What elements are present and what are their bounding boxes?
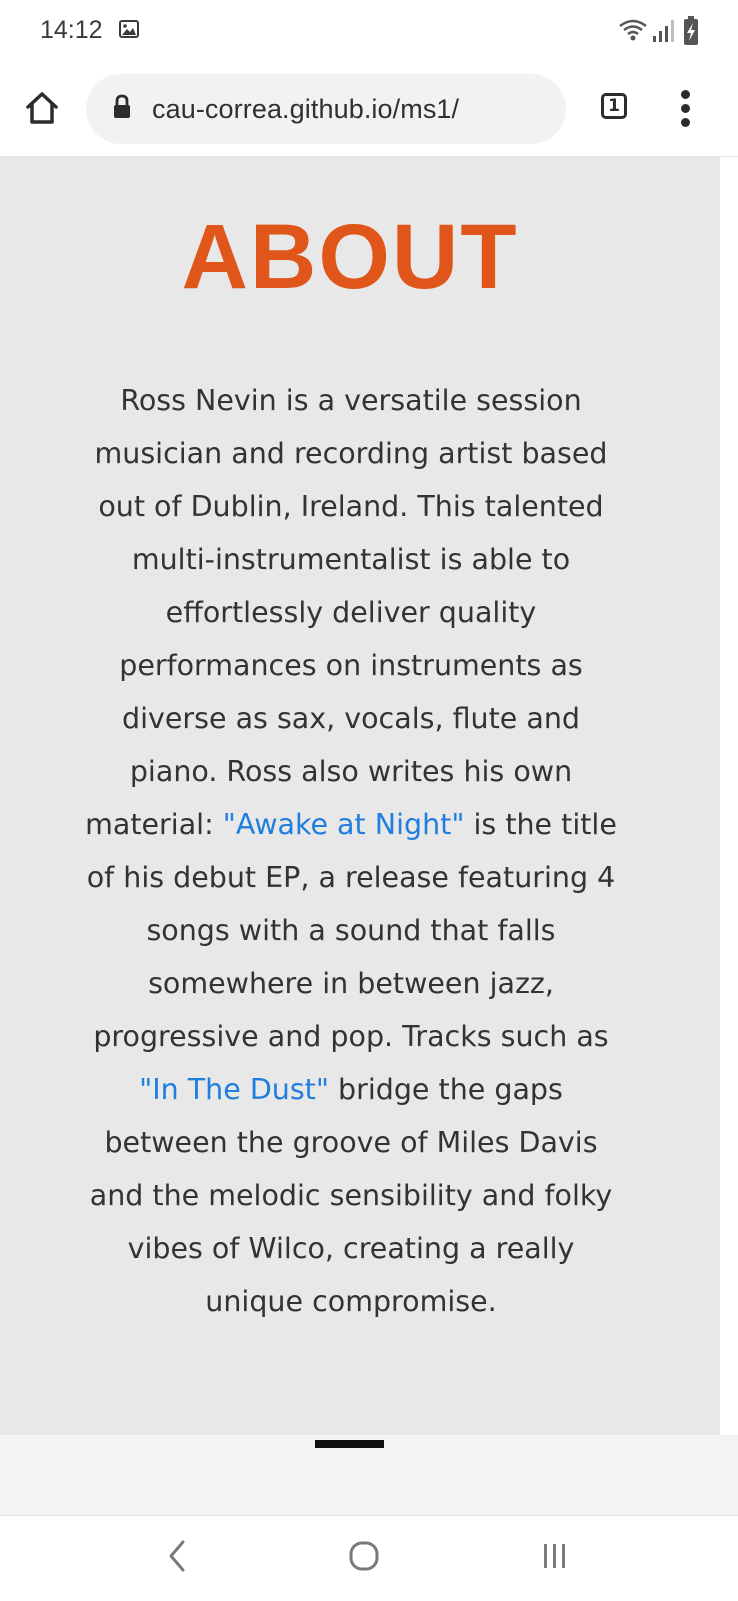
wifi-icon	[619, 19, 647, 41]
about-paragraph: Ross Nevin is a versatile session musici…	[76, 374, 626, 1328]
signal-icon	[653, 20, 674, 42]
url-text[interactable]: cau-correa.github.io/ms1/	[152, 94, 459, 125]
browser-toolbar: cau-correa.github.io/ms1/ 1	[0, 62, 738, 157]
recents-icon[interactable]	[540, 1538, 570, 1579]
home-icon[interactable]	[22, 88, 62, 128]
footer-bar	[315, 1440, 384, 1448]
about-text-middle: is the title of his debut EP, a release …	[86, 807, 617, 1053]
status-time: 14:12	[40, 16, 103, 44]
system-nav-bar	[0, 1515, 738, 1601]
status-bar: 14:12	[0, 0, 738, 62]
about-text-ending: bridge the gaps between the groove of Mi…	[89, 1072, 613, 1318]
tabs-button[interactable]: 1	[601, 93, 627, 119]
status-icons	[618, 14, 708, 48]
about-text-intro: Ross Nevin is a versatile session musici…	[85, 383, 608, 841]
page-title: ABOUT	[181, 206, 519, 308]
footer-strip	[0, 1435, 738, 1515]
more-vert-icon[interactable]	[676, 88, 696, 128]
home-circle-icon[interactable]	[348, 1538, 380, 1579]
battery-charging-icon	[684, 16, 698, 45]
lock-icon	[112, 94, 132, 125]
track-link[interactable]: "In The Dust"	[139, 1073, 329, 1106]
about-section: ABOUT Ross Nevin is a versatile session …	[0, 157, 720, 1435]
scrollbar-track	[720, 157, 738, 1435]
gallery-icon	[119, 20, 139, 43]
ep-link[interactable]: "Awake at Night"	[223, 808, 465, 841]
back-icon[interactable]	[165, 1538, 189, 1579]
address-bar[interactable]: cau-correa.github.io/ms1/	[86, 74, 566, 144]
